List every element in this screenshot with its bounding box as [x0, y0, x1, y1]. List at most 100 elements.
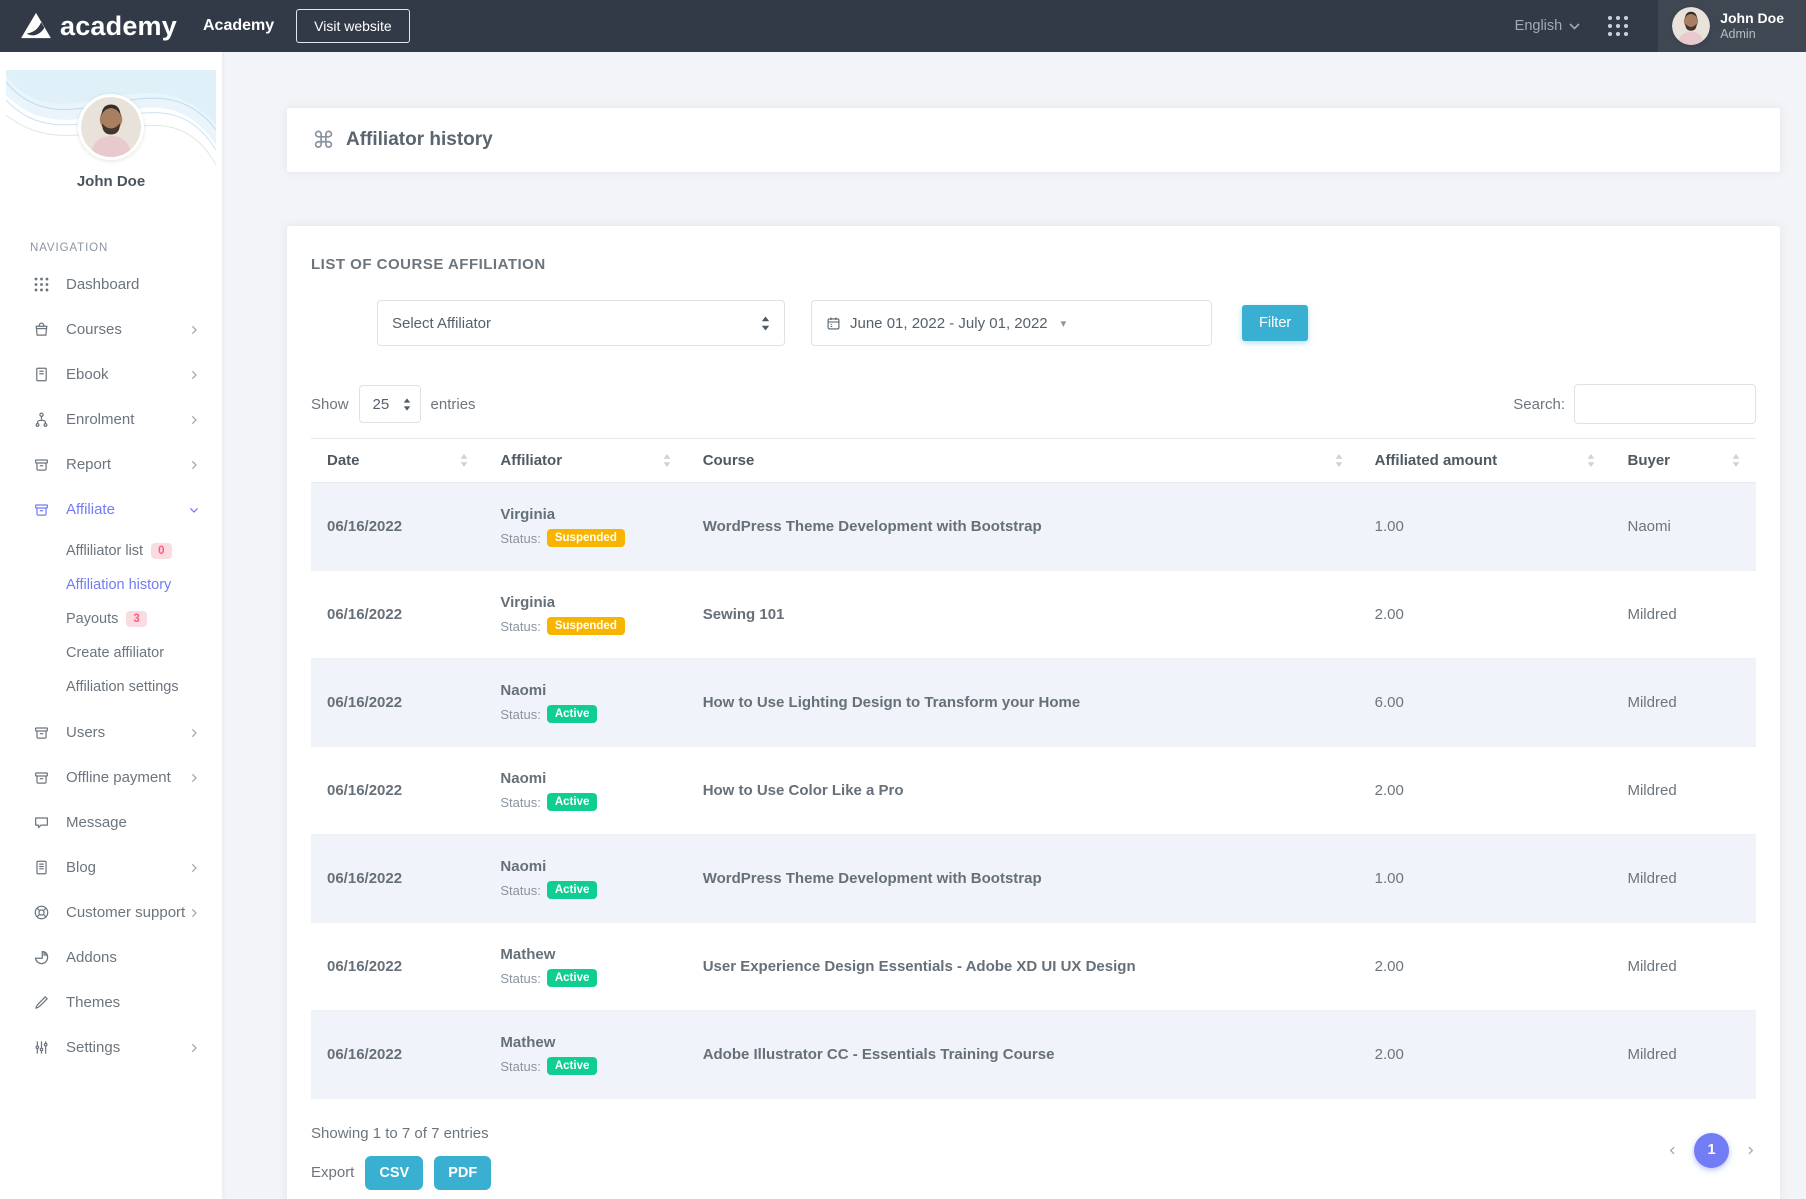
- cell-course: How to Use Lighting Design to Transform …: [687, 659, 1359, 747]
- sidebar-item-blog[interactable]: Blog: [0, 845, 222, 890]
- submenu-item-label: Create affiliator: [66, 645, 164, 661]
- sidebar-item-report[interactable]: Report: [0, 442, 222, 487]
- chevron-right-icon: [188, 862, 200, 874]
- command-icon: ⌘: [312, 129, 335, 152]
- sidebar-item-users[interactable]: Users: [0, 710, 222, 755]
- profile-name: John Doe: [0, 173, 222, 190]
- submenu-item-affiliation-settings[interactable]: Affiliation settings: [0, 670, 222, 704]
- document-icon: [33, 859, 51, 876]
- academy-logo[interactable]: academy: [20, 11, 177, 42]
- cell-amount: 2.00: [1359, 923, 1612, 1011]
- date-range-input[interactable]: June 01, 2022 - July 01, 2022 ▾: [811, 300, 1212, 346]
- status-badge: Active: [547, 1057, 598, 1075]
- cell-course: How to Use Color Like a Pro: [687, 747, 1359, 835]
- affiliation-table: Date Affiliator Course Affiliated amount…: [311, 438, 1756, 1099]
- sidebar-item-offline-payment[interactable]: Offline payment: [0, 755, 222, 800]
- cell-amount: 2.00: [1359, 1011, 1612, 1099]
- visit-website-button[interactable]: Visit website: [296, 9, 410, 43]
- cell-buyer: Naomi: [1611, 483, 1756, 571]
- cell-date: 06/16/2022: [311, 1011, 484, 1099]
- affiliate-submenu: Affliliator list 0 Affiliation history P…: [0, 532, 222, 710]
- count-badge: 0: [151, 543, 171, 559]
- column-header-buyer[interactable]: Buyer: [1611, 439, 1756, 483]
- entries-label: entries: [431, 396, 476, 413]
- column-header-affiliated-amount[interactable]: Affiliated amount: [1359, 439, 1612, 483]
- column-header-course[interactable]: Course: [687, 439, 1359, 483]
- sidebar-item-label: Offline payment: [66, 769, 171, 786]
- cell-course: Sewing 101: [687, 571, 1359, 659]
- archive-icon: [33, 769, 51, 786]
- column-header-date[interactable]: Date: [311, 439, 484, 483]
- page-title-band: ⌘ Affiliator history: [287, 108, 1780, 172]
- language-selector[interactable]: English: [1515, 18, 1581, 34]
- sidebar-profile[interactable]: John Doe: [0, 52, 222, 190]
- previous-page-button[interactable]: [1667, 1145, 1678, 1156]
- pagination: 1: [1667, 1133, 1756, 1168]
- cell-affiliator: Naomi Status:Active: [484, 659, 686, 747]
- page-title: Affiliator history: [346, 129, 493, 151]
- submenu-item-affiliation-history[interactable]: Affiliation history: [0, 568, 222, 602]
- sidebar-item-dashboard[interactable]: Dashboard: [0, 262, 222, 307]
- sidebar-item-affiliate[interactable]: Affiliate: [0, 487, 222, 532]
- export-csv-button[interactable]: CSV: [365, 1156, 423, 1190]
- submenu-item-affiliator-list[interactable]: Affliliator list 0: [0, 534, 222, 568]
- table-row: 06/16/2022 Mathew Status:Active User Exp…: [311, 923, 1756, 1011]
- sidebar-item-addons[interactable]: Addons: [0, 935, 222, 980]
- status-badge: Suspended: [547, 529, 625, 547]
- search-label: Search:: [1513, 396, 1565, 413]
- sidebar-item-customer-support[interactable]: Customer support: [0, 890, 222, 935]
- chevron-right-icon: [188, 1042, 200, 1054]
- table-row: 06/16/2022 Mathew Status:Active Adobe Il…: [311, 1011, 1756, 1099]
- cell-buyer: Mildred: [1611, 923, 1756, 1011]
- brush-icon: [33, 994, 51, 1011]
- shopping-bag-icon: [33, 321, 51, 338]
- sidebar-item-courses[interactable]: Courses: [0, 307, 222, 352]
- profile-avatar: [78, 94, 144, 160]
- cell-course: WordPress Theme Development with Bootstr…: [687, 483, 1359, 571]
- export-pdf-button[interactable]: PDF: [434, 1156, 491, 1190]
- submenu-item-payouts[interactable]: Payouts 3: [0, 602, 222, 636]
- cell-buyer: Mildred: [1611, 1011, 1756, 1099]
- sort-icon: [1587, 454, 1595, 467]
- search-input[interactable]: [1574, 384, 1756, 424]
- table-row: 06/16/2022 Virginia Status:Suspended Wor…: [311, 483, 1756, 571]
- main-content: ⌘ Affiliator history LIST OF COURSE AFFI…: [222, 52, 1806, 1199]
- sidebar-item-message[interactable]: Message: [0, 800, 222, 845]
- page-length-select[interactable]: 25: [359, 385, 421, 423]
- sidebar-item-themes[interactable]: Themes: [0, 980, 222, 1025]
- sidebar-item-settings[interactable]: Settings: [0, 1025, 222, 1070]
- page-number-button[interactable]: 1: [1694, 1133, 1729, 1168]
- showing-entries-text: Showing 1 to 7 of 7 entries: [311, 1125, 491, 1142]
- apps-grid-icon[interactable]: [1608, 16, 1628, 36]
- next-page-button[interactable]: [1745, 1145, 1756, 1156]
- submenu-item-create-affiliator[interactable]: Create affiliator: [0, 636, 222, 670]
- chevron-right-icon: [188, 324, 200, 336]
- export-label: Export: [311, 1164, 354, 1181]
- language-label: English: [1515, 18, 1563, 34]
- filter-button[interactable]: Filter: [1242, 305, 1308, 341]
- cell-date: 06/16/2022: [311, 923, 484, 1011]
- count-badge: 3: [126, 611, 146, 627]
- app-name: Academy: [203, 17, 274, 35]
- pie-chart-icon: [33, 949, 51, 966]
- submenu-item-label: Affliliator list: [66, 543, 143, 559]
- cell-affiliator: Naomi Status:Active: [484, 747, 686, 835]
- archive-icon: [33, 501, 51, 518]
- affiliator-select[interactable]: Select Affiliator: [377, 300, 785, 346]
- sliders-icon: [33, 1039, 51, 1056]
- cell-affiliator: Virginia Status:Suspended: [484, 571, 686, 659]
- chevron-right-icon: [188, 369, 200, 381]
- page-length-value: 25: [373, 396, 390, 413]
- user-menu[interactable]: John Doe Admin: [1658, 0, 1806, 52]
- sidebar-item-ebook[interactable]: Ebook: [0, 352, 222, 397]
- sort-icon: [460, 454, 468, 467]
- sidebar-item-enrolment[interactable]: Enrolment: [0, 397, 222, 442]
- column-header-affiliator[interactable]: Affiliator: [484, 439, 686, 483]
- chevron-right-icon: [188, 727, 200, 739]
- sidebar-item-label: Addons: [66, 949, 117, 966]
- table-header-row: Date Affiliator Course Affiliated amount…: [311, 439, 1756, 483]
- cell-amount: 1.00: [1359, 835, 1612, 923]
- cell-buyer: Mildred: [1611, 747, 1756, 835]
- status-badge: Suspended: [547, 617, 625, 635]
- cell-date: 06/16/2022: [311, 747, 484, 835]
